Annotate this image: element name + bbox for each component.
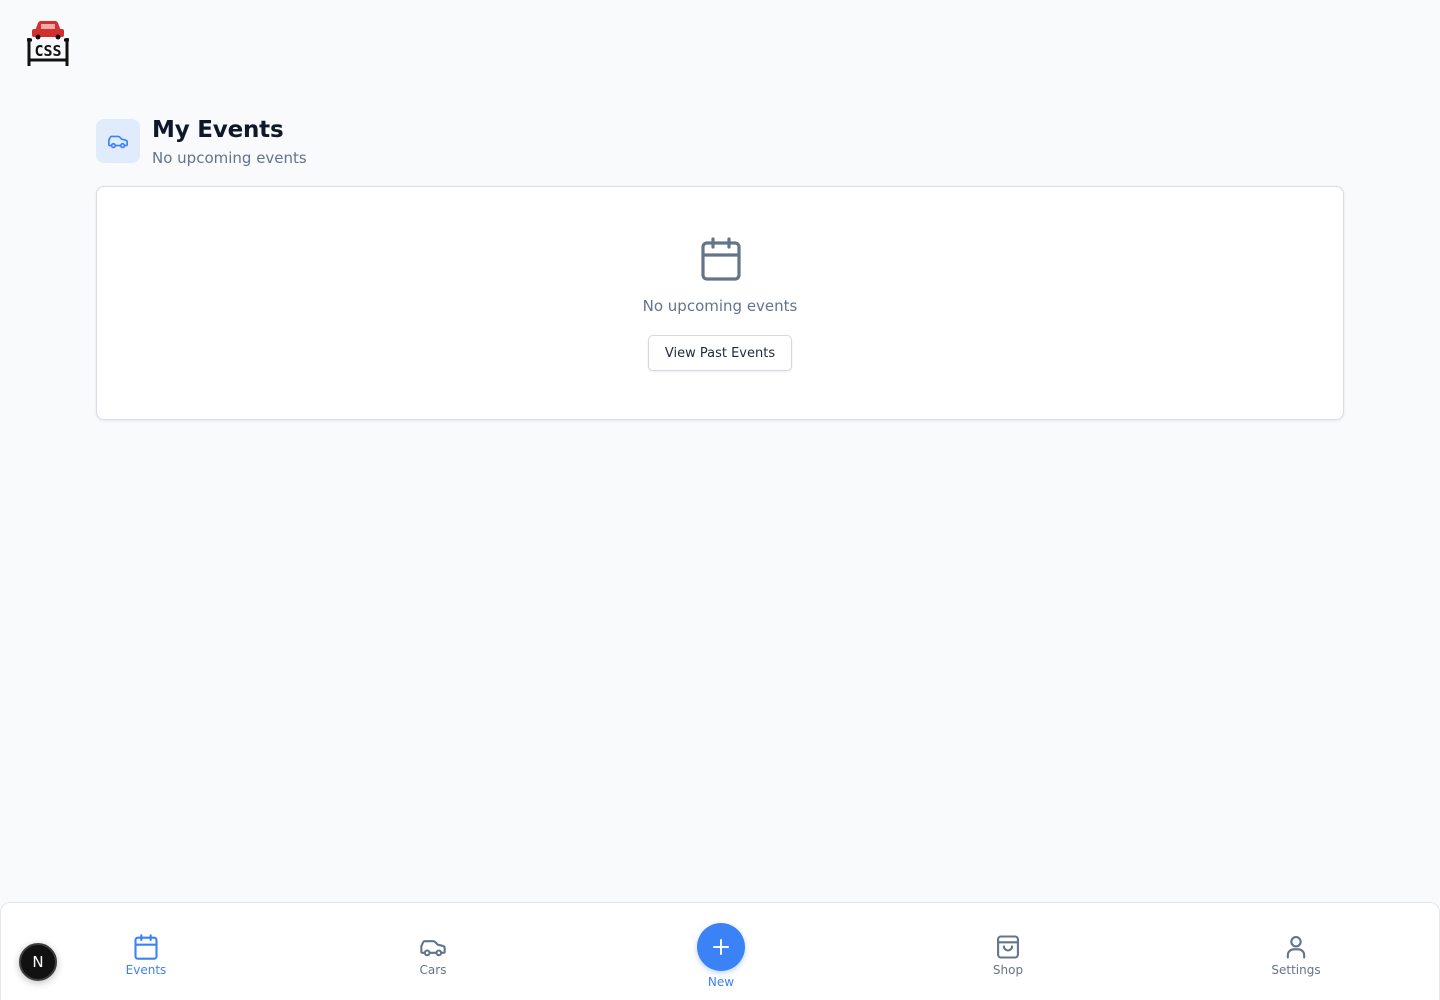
view-past-events-button[interactable]: View Past Events (648, 335, 792, 371)
page-title: My Events (152, 117, 284, 143)
bottom-nav: Events Cars New Shop Settings (0, 902, 1440, 1000)
page-header: My Events No upcoming events (96, 116, 307, 168)
car-icon (108, 135, 128, 149)
nav-item-events[interactable]: Events (96, 933, 196, 977)
plus-icon (713, 939, 729, 955)
nav-label-cars: Cars (419, 963, 447, 977)
new-button[interactable] (697, 923, 745, 971)
user-icon (1286, 936, 1306, 959)
nav-item-new[interactable]: New (671, 923, 771, 989)
svg-text:CSS: CSS (34, 42, 61, 60)
empty-state-message: No upcoming events (642, 297, 798, 315)
calendar-icon (701, 237, 741, 281)
events-card: No upcoming events View Past Events (96, 186, 1344, 420)
nav-item-settings[interactable]: Settings (1246, 933, 1346, 977)
nav-label-settings: Settings (1271, 963, 1321, 977)
nav-label-events: Events (125, 963, 167, 977)
page-subtitle: No upcoming events (152, 149, 307, 167)
nav-item-cars[interactable]: Cars (383, 933, 483, 977)
nav-label-shop: Shop (992, 963, 1024, 977)
calendar-icon (134, 934, 158, 960)
nav-label-new: New (707, 975, 735, 989)
app-logo[interactable]: CSS (26, 18, 70, 68)
car-icon (420, 940, 446, 957)
dev-badge[interactable]: N (19, 943, 57, 981)
header-icon-box (96, 119, 140, 163)
nav-item-shop[interactable]: Shop (958, 933, 1058, 977)
shopping-bag-icon (997, 935, 1019, 959)
